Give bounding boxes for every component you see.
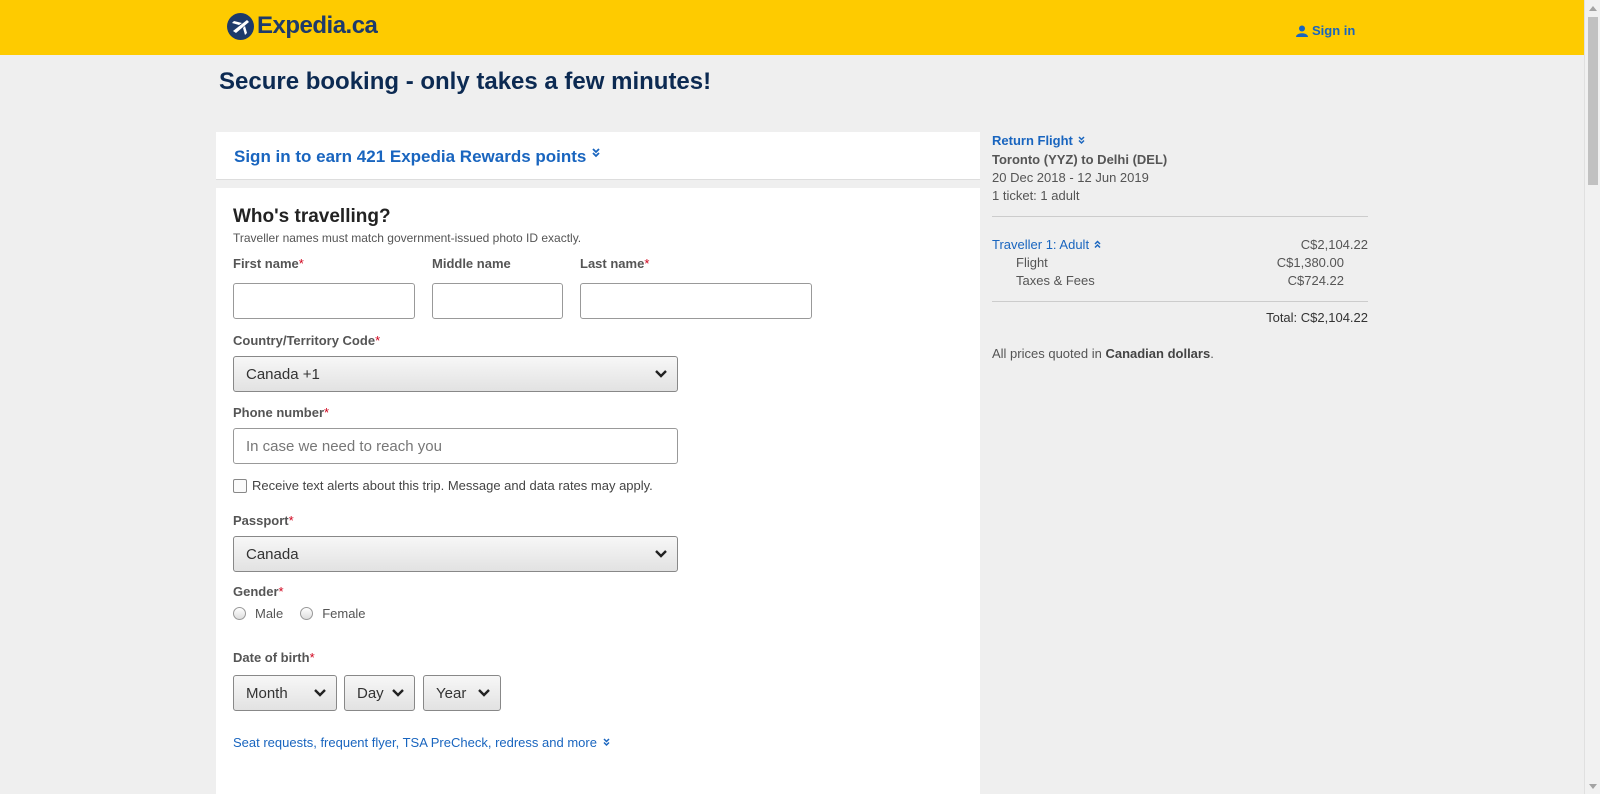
flight-label: Flight [1016,255,1048,270]
chevron-down-icon [314,689,326,697]
currency-note: All prices quoted in Canadian dollars. [992,346,1214,361]
taxes-label: Taxes & Fees [1016,273,1095,288]
rewards-label: Sign in to earn 421 Expedia Rewards poin… [234,147,587,166]
passport-value: Canada [246,545,299,563]
taxes-price-row: Taxes & Fees C$724.22 [1016,273,1344,288]
dob-day-select[interactable]: Day [344,675,415,711]
more-options-label: Seat requests, frequent flyer, TSA PreCh… [233,735,597,750]
scroll-up-arrow-icon[interactable] [1585,0,1600,16]
phone-label: Phone number* [233,405,330,420]
chevron-down-icon [478,689,490,697]
user-icon [1296,25,1308,37]
text-alerts-label: Receive text alerts about this trip. Mes… [252,478,653,493]
gender-female-radio[interactable] [300,607,314,620]
route: Toronto (YYZ) to Delhi (DEL) [992,152,1168,167]
return-flight-label: Return Flight [992,133,1073,148]
traveller-price: C$2,104.22 [1300,237,1368,252]
divider [992,216,1368,217]
dob-year-select[interactable]: Year [423,675,501,711]
double-chevron-down-icon [592,148,600,158]
dob-day-value: Day [357,684,384,702]
scroll-down-arrow-icon[interactable] [1585,778,1600,794]
text-alerts-checkbox[interactable] [233,478,247,493]
country-code-select[interactable]: Canada +1 [233,356,678,392]
middle-name-field[interactable] [432,283,563,319]
middle-name-label: Middle name [432,256,511,271]
page-title: Secure booking - only takes a few minute… [219,68,712,95]
name-note: Traveller names must match government-is… [233,231,582,245]
ticket-count: 1 ticket: 1 adult [992,188,1080,203]
double-chevron-down-icon [603,738,610,747]
flight-price-row: Flight C$1,380.00 [1016,255,1344,270]
gender-options: Male Female [233,606,383,621]
double-chevron-up-icon [1094,240,1101,249]
gender-male-label[interactable]: Male [255,606,283,621]
globe-plane-icon [227,12,254,40]
last-name-field[interactable] [580,283,812,319]
first-name-field[interactable] [233,283,415,319]
more-options-link[interactable]: Seat requests, frequent flyer, TSA PreCh… [233,735,610,750]
phone-number-field[interactable] [233,428,678,464]
gender-male-radio[interactable] [233,607,246,620]
dob-label: Date of birth* [233,650,315,665]
taxes-price: C$724.22 [1287,273,1344,288]
first-name-label: First name* [233,256,304,271]
country-code-value: Canada +1 [246,365,320,383]
logo-text: Expedia.ca [257,12,378,39]
passport-label: Passport* [233,513,294,528]
flight-price: C$1,380.00 [1276,255,1344,270]
rewards-signin-banner[interactable]: Sign in to earn 421 Expedia Rewards poin… [216,132,980,180]
passport-select[interactable]: Canada [233,536,678,572]
return-flight-toggle[interactable]: Return Flight [992,133,1085,148]
page-scrollbar[interactable] [1584,0,1600,794]
top-header: Expedia.ca Sign in [0,0,1584,55]
sign-in-link[interactable]: Sign in [1296,23,1355,38]
chevron-down-icon [655,370,667,378]
double-chevron-down-icon [1078,136,1085,145]
traveller-label: Traveller 1: Adult [992,237,1090,252]
last-name-label: Last name* [580,256,650,271]
traveller-form: Who's travelling? Traveller names must m… [216,188,980,794]
travel-dates: 20 Dec 2018 - 12 Jun 2019 [992,170,1149,185]
dob-year-value: Year [436,684,467,702]
expedia-logo[interactable]: Expedia.ca [227,12,378,40]
country-code-label: Country/Territory Code* [233,333,381,348]
section-heading: Who's travelling? [233,206,391,227]
scrollbar-thumb[interactable] [1588,17,1598,185]
gender-female-label[interactable]: Female [322,606,365,621]
traveller-price-row: Traveller 1: Adult C$2,104.22 [992,237,1368,252]
dob-month-value: Month [246,684,288,702]
sign-in-label: Sign in [1312,23,1356,38]
total-price: Total: C$2,104.22 [1266,310,1368,325]
chevron-down-icon [392,689,404,697]
chevron-down-icon [655,550,667,558]
text-alerts-option[interactable]: Receive text alerts about this trip. Mes… [233,478,653,493]
divider [992,301,1368,302]
gender-label: Gender* [233,584,284,599]
dob-month-select[interactable]: Month [233,675,337,711]
